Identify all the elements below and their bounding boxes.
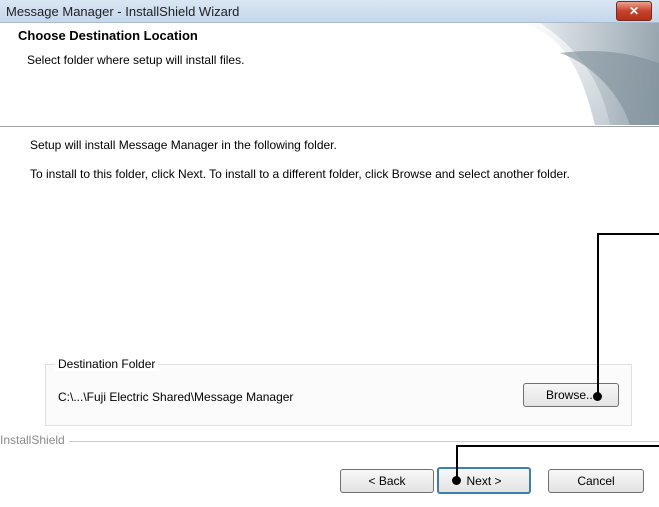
install-info-text: Setup will install Message Manager in th… [30, 138, 337, 152]
window-title: Message Manager - InstallShield Wizard [6, 4, 240, 19]
browse-callout-dot [593, 392, 602, 401]
page-subtitle: Select folder where setup will install f… [27, 53, 245, 67]
destination-folder-label: Destination Folder [55, 357, 159, 371]
footer-divider [0, 441, 659, 442]
browse-callout-line-vertical [597, 233, 599, 396]
close-icon: ✕ [628, 4, 640, 18]
installshield-banner-graphic-icon [520, 23, 659, 125]
cancel-button[interactable]: Cancel [548, 469, 644, 493]
destination-path: C:\...\Fuji Electric Shared\Message Mana… [58, 390, 294, 404]
page-title: Choose Destination Location [18, 28, 198, 43]
browse-callout-line-horizontal [597, 233, 659, 235]
header-banner: Choose Destination Location Select folde… [0, 23, 659, 127]
instruction-text: To install to this folder, click Next. T… [30, 167, 570, 181]
installshield-wizard-window: Message Manager - InstallShield Wizard ✕… [0, 0, 659, 507]
close-button[interactable]: ✕ [616, 1, 652, 21]
browse-button[interactable]: Browse... [523, 383, 619, 407]
next-callout-dot [452, 476, 461, 485]
next-callout-line-horizontal [456, 445, 659, 447]
back-button[interactable]: < Back [340, 469, 434, 493]
title-bar[interactable]: Message Manager - InstallShield Wizard ✕ [0, 0, 659, 23]
installshield-brand-label: InstallShield [0, 433, 69, 447]
